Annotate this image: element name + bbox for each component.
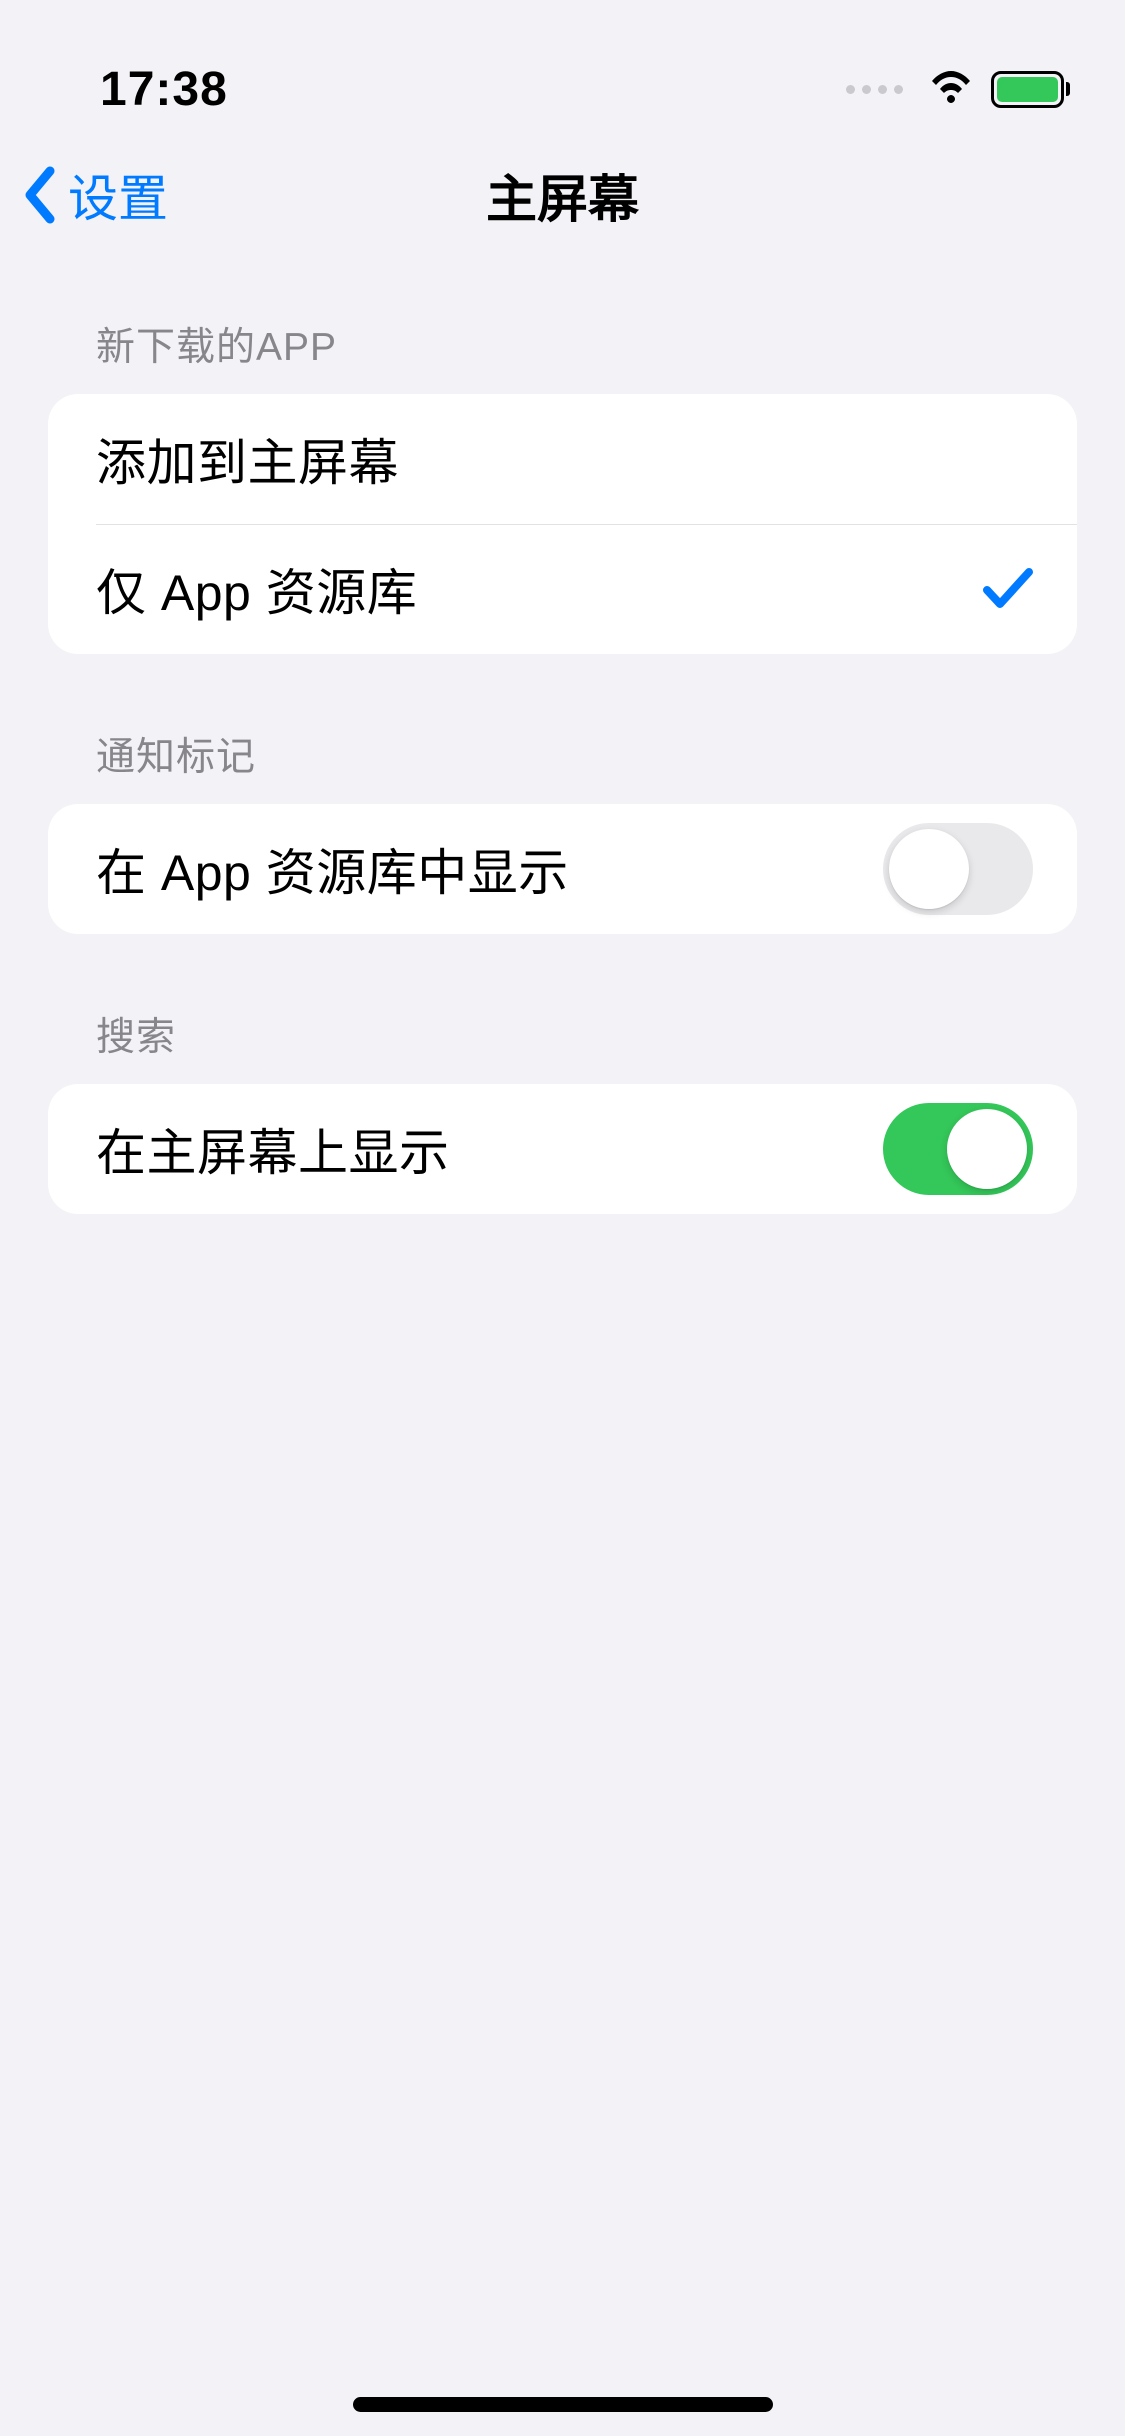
- section-header: 通知标记: [48, 726, 1077, 804]
- row-label: 在 App 资源库中显示: [96, 833, 569, 905]
- cellular-dots-icon: [846, 85, 903, 94]
- row-label: 添加到主屏幕: [96, 423, 399, 495]
- toggle-show-on-home[interactable]: [883, 1103, 1033, 1195]
- status-time: 17:38: [100, 62, 228, 117]
- row-label: 仅 App 资源库: [96, 553, 417, 625]
- home-indicator[interactable]: [353, 2397, 773, 2412]
- status-bar: 17:38: [0, 0, 1125, 130]
- section-header: 搜索: [48, 1006, 1077, 1084]
- back-label: 设置: [68, 159, 168, 231]
- navigation-bar: 设置 主屏幕: [0, 130, 1125, 260]
- option-add-to-home[interactable]: 添加到主屏幕: [48, 394, 1077, 524]
- row-label: 在主屏幕上显示: [96, 1113, 450, 1185]
- settings-group: 在主屏幕上显示: [48, 1084, 1077, 1214]
- section-header: 新下载的APP: [48, 316, 1077, 394]
- checkmark-icon: [983, 566, 1033, 612]
- toggle-show-in-app-library[interactable]: [883, 823, 1033, 915]
- battery-icon: [991, 71, 1070, 108]
- status-indicators: [846, 71, 1070, 108]
- settings-group: 添加到主屏幕 仅 App 资源库: [48, 394, 1077, 654]
- toggle-knob: [947, 1109, 1027, 1189]
- section-search: 搜索 在主屏幕上显示: [48, 1006, 1077, 1214]
- option-app-library-only[interactable]: 仅 App 资源库: [48, 524, 1077, 654]
- section-notification-badges: 通知标记 在 App 资源库中显示: [48, 726, 1077, 934]
- page-title: 主屏幕: [486, 158, 639, 232]
- back-button[interactable]: 设置: [22, 159, 168, 231]
- chevron-left-icon: [22, 165, 58, 225]
- content: 新下载的APP 添加到主屏幕 仅 App 资源库 通知标记 在 App 资源库中…: [0, 316, 1125, 1214]
- row-show-in-app-library: 在 App 资源库中显示: [48, 804, 1077, 934]
- settings-group: 在 App 资源库中显示: [48, 804, 1077, 934]
- wifi-icon: [927, 71, 975, 107]
- row-show-on-home: 在主屏幕上显示: [48, 1084, 1077, 1214]
- toggle-knob: [889, 829, 969, 909]
- section-new-apps: 新下载的APP 添加到主屏幕 仅 App 资源库: [48, 316, 1077, 654]
